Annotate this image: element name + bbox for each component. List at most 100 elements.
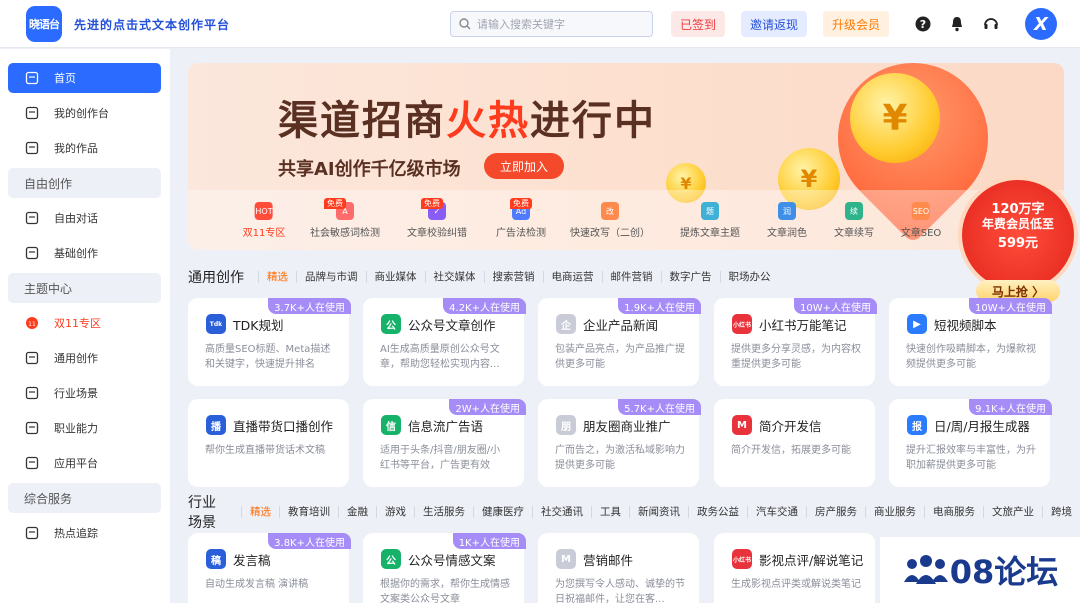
tool-card[interactable]: M 营销邮件 为您撰写令人感动、诚挚的节日祝福邮件，让您在客... [538, 533, 699, 603]
general-section-header: 通用创作 精选 品牌与市调 商业媒体 社交媒体 搜索营销 电商运营 邮件营销 数字广告 职场办公 [188, 267, 779, 287]
tab-3[interactable]: 社交媒体 [424, 271, 484, 283]
svg-text:?: ? [920, 18, 926, 31]
tab-6[interactable]: 社交通讯 [532, 506, 591, 518]
headset-icon[interactable] [981, 14, 1001, 34]
help-icon[interactable]: ? [913, 14, 933, 34]
upgrade-button[interactable]: 升级会员 [823, 11, 889, 37]
tool-card[interactable]: 播直播带货口播创作 帮你生成直播带货话术文稿 [188, 399, 349, 487]
chat-icon [24, 210, 40, 226]
sidebar-item[interactable]: 热点追踪 [8, 518, 161, 548]
tool-card[interactable]: 公公众号情感文案 根据你的需求，帮你生成情感文案类公众号文章 1K+人在使用 [363, 533, 526, 603]
sidebar-item[interactable]: 职业能力 [8, 413, 161, 443]
banner-nav-item[interactable]: HOT 双11专区 [243, 202, 285, 239]
tab-14[interactable]: 文旅产业 [983, 506, 1042, 518]
sidebar-item[interactable]: 自由对话 [8, 203, 161, 233]
tool-card[interactable]: 公公众号文章创作 AI生成高质量原创公众号文章，帮助您轻松实现内容... 4.2K+… [363, 298, 526, 386]
tab-3[interactable]: 游戏 [376, 506, 414, 518]
card-description: 简介开发信，拓展更多可能 [731, 445, 851, 456]
invite-button[interactable]: 邀请返现 [741, 11, 807, 37]
card-icon: 信 [381, 415, 401, 435]
sidebar-item[interactable]: 11 双11专区 [8, 308, 161, 338]
banner-nav-item[interactable]: 题提炼文章主题 [680, 202, 740, 239]
tool-card[interactable]: 稿发言稿 自动生成发言稿 演讲稿 3.8K+人在使用 [188, 533, 351, 603]
card-title: 朋友圈商业推广 [583, 419, 671, 434]
banner-nav-label: 文章校验纠错 [407, 228, 467, 239]
tab-1[interactable]: 品牌与市调 [296, 271, 366, 283]
tab-15[interactable]: 跨境 [1042, 506, 1080, 518]
card-description: 为您撰写令人感动、诚挚的节日祝福邮件，让您在客... [555, 579, 685, 603]
banner-nav-item[interactable]: Ad 免费 广告法检测 [496, 198, 546, 239]
tab-0[interactable]: 精选 [258, 271, 296, 283]
tool-card[interactable]: Tdk TDK规划 高质量SEO标题、Meta描述和关键字，快速提升排名 3.7K+人… [188, 298, 351, 386]
tool-card[interactable]: M 简介开发信简介开发信，拓展更多可能 [714, 399, 875, 487]
tab-2[interactable]: 金融 [338, 506, 376, 518]
card-icon: 播 [206, 415, 226, 435]
sidebar-item[interactable]: 我的作品 [8, 133, 161, 163]
card-description: 适用于头条/抖音/朋友圈/小红书等平台，广告更有效 [380, 445, 501, 471]
join-now-button[interactable]: 立即加入 [484, 153, 564, 179]
bell-icon[interactable] [947, 14, 967, 34]
sidebar-item[interactable]: 基础创作 [8, 238, 161, 268]
card-title: 公众号情感文案 [408, 553, 496, 568]
card-title: 发言稿 [233, 553, 271, 568]
tab-7[interactable]: 数字广告 [660, 271, 720, 283]
sidebar-item[interactable]: 首页 [8, 63, 161, 93]
tab-0[interactable]: 精选 [241, 506, 279, 518]
membership-promo[interactable]: 120万字 年费会员低至 599元 马上抢 〉 [960, 180, 1076, 302]
tab-8[interactable]: 新闻资讯 [629, 506, 688, 518]
banner-nav-item[interactable]: 续文章续写 [834, 202, 874, 239]
tab-12[interactable]: 商业服务 [865, 506, 924, 518]
banner-nav-item[interactable]: ✓ 免费 文章校验纠错 [407, 198, 467, 239]
tool-card[interactable]: 小红书 小红书万能笔记 提供更多分享灵感，为内容权重提供更多可能 10W+人在使用 [714, 298, 877, 386]
sidebar-item[interactable]: 应用平台 [8, 448, 161, 478]
banner-nav-item[interactable]: SEO 文章SEO [901, 202, 941, 239]
career-icon [24, 420, 40, 436]
tab-7[interactable]: 工具 [591, 506, 629, 518]
home-icon [24, 70, 40, 86]
tab-1[interactable]: 教育培训 [279, 506, 338, 518]
banner-nav-item[interactable]: 改快速改写（二创） [570, 202, 650, 239]
tool-card[interactable]: 朋朋友圈商业推广 广而告之，为激活私域影响力提供更多可能 5.7K+人在使用 [538, 399, 701, 487]
tool-card[interactable]: 信信息流广告语 适用于头条/抖音/朋友圈/小红书等平台，广告更有效 2W+人在使用 [363, 399, 526, 487]
tab-10[interactable]: 汽车交通 [747, 506, 806, 518]
watermark-text: 08论坛 [949, 553, 1059, 591]
usage-badge: 5.7K+人在使用 [618, 399, 701, 415]
tab-2[interactable]: 商业媒体 [365, 271, 425, 283]
sidebar-item[interactable]: 行业场景 [8, 378, 161, 408]
tool-card[interactable]: 企企业产品新闻 包装产品亮点，为产品推广提供更多可能 1.9K+人在使用 [538, 298, 701, 386]
banner-quick-nav: HOT 双11专区 A 免费 社会敏感词检测 ✓ 免费 文章校验纠错 Ad 免费 广告法检测改快速改… [188, 190, 1064, 250]
tab-8[interactable]: 职场办公 [719, 271, 779, 283]
tab-5[interactable]: 健康医疗 [473, 506, 532, 518]
sidebar-item[interactable]: 我的创作台 [8, 98, 161, 128]
card-icon: M [732, 415, 752, 435]
top-header: 晓语台 先进的点击式文本创作平台 已签到 邀请返现 升级会员 ? X [0, 0, 1080, 48]
banner-nav-item[interactable]: A 免费 社会敏感词检测 [310, 198, 380, 239]
tab-5[interactable]: 电商运营 [542, 271, 602, 283]
tool-icon: 润 [778, 202, 796, 220]
logo[interactable]: 晓语台 [26, 6, 62, 42]
tab-4[interactable]: 搜索营销 [483, 271, 543, 283]
sidebar-item[interactable]: 通用创作 [8, 343, 161, 373]
usage-badge: 4.2K+人在使用 [443, 298, 526, 314]
tab-4[interactable]: 生活服务 [414, 506, 473, 518]
tab-11[interactable]: 房产服务 [806, 506, 865, 518]
search-box[interactable] [450, 11, 653, 37]
search-input[interactable] [477, 17, 647, 31]
sidebar-item-label: 我的创作台 [54, 107, 109, 120]
signed-button[interactable]: 已签到 [671, 11, 725, 37]
usage-badge: 1K+人在使用 [452, 533, 526, 549]
promo-banner[interactable]: ¥ ¥ ¥ 渠道招商火热进行中 共享AI创作千亿级市场 立即加入 HOT 双11专… [188, 63, 1064, 250]
tool-card[interactable]: ▶ 短视频脚本 快速创作吸睛脚本，为爆款视频提供更多可能 10W+人在使用 [889, 298, 1052, 386]
card-icon: 公 [381, 314, 401, 334]
card-icon: M [556, 549, 576, 569]
banner-nav-item[interactable]: 润文章润色 [767, 202, 807, 239]
tab-9[interactable]: 政务公益 [688, 506, 747, 518]
avatar[interactable]: X [1025, 8, 1057, 40]
tool-card[interactable]: 报日/周/月报生成器 提升汇报效率与丰富性，为升职加薪提供更多可能 9.1K+人在使… [889, 399, 1052, 487]
tab-13[interactable]: 电商服务 [924, 506, 983, 518]
tool-card[interactable]: 小红书 影视点评/解说笔记 生成影视点评类或解说类笔记 [714, 533, 875, 603]
tab-6[interactable]: 邮件营销 [601, 271, 661, 283]
card-title: 简介开发信 [759, 419, 822, 434]
card-title: TDK规划 [233, 318, 284, 333]
card-description: AI生成高质量原创公众号文章，帮助您轻松实现内容... [380, 344, 500, 370]
